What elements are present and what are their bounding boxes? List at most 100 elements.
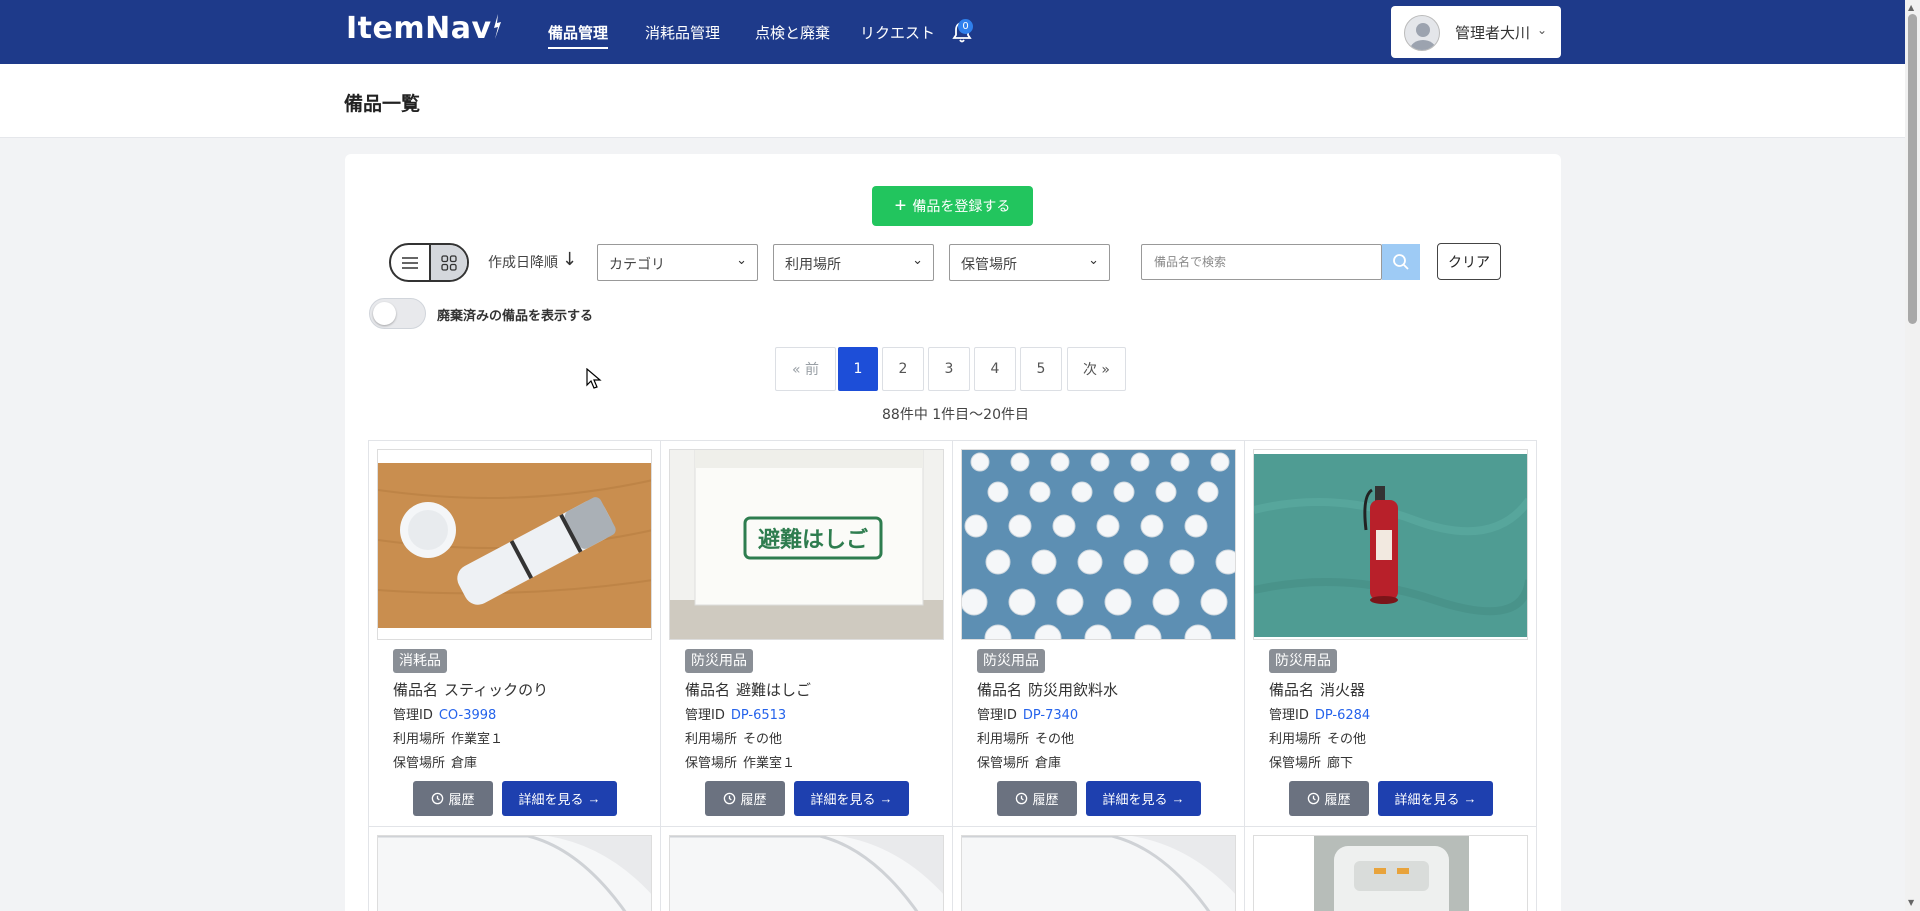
category-select-value: カテゴリ: [609, 257, 665, 273]
category-badge: 防災用品: [685, 649, 753, 673]
category-select[interactable]: カテゴリ ⌄: [597, 244, 758, 281]
arrow-right-icon: →: [1171, 791, 1185, 806]
escape-ladder-photo: 避難はしご: [670, 450, 943, 639]
item-id-label: 管理ID: [1269, 708, 1309, 723]
plus-icon: +: [894, 195, 907, 217]
item-name-label: 備品名: [977, 681, 1023, 699]
item-card: 防災用品 備品名 消火器 管理ID DP-6284 利用場所 その他 保管場所 廊下 履…: [1244, 440, 1537, 827]
view-mode-toggle[interactable]: [389, 243, 469, 282]
pagination-page-3[interactable]: 3: [928, 347, 970, 391]
pagination-next[interactable]: 次 »: [1067, 347, 1126, 391]
storage-location-value: 廊下: [1327, 756, 1354, 771]
page-scrollbar[interactable]: ▲ ▼: [1905, 0, 1920, 911]
storage-location-select[interactable]: 保管場所 ⌄: [949, 244, 1110, 281]
sort-label[interactable]: 作成日降順: [488, 252, 558, 272]
item-id-link[interactable]: CO-3998: [439, 708, 496, 723]
clock-icon: [724, 792, 736, 805]
view-details-button[interactable]: 詳細を見る →: [1086, 781, 1201, 816]
storage-location-select-value: 保管場所: [961, 257, 1017, 273]
item-use-location-row: 利用場所 作業室１: [393, 728, 503, 747]
show-disposed-toggle[interactable]: [369, 298, 426, 329]
arrow-right-icon: →: [879, 791, 893, 806]
history-button[interactable]: 履歴: [997, 781, 1077, 816]
toggle-knob: [373, 302, 396, 325]
use-location-label: 利用場所: [685, 732, 738, 747]
pagination-page-1[interactable]: 1: [838, 347, 878, 391]
item-image-drinking-water: [961, 449, 1236, 640]
item-id-row: 管理ID DP-7340: [977, 704, 1078, 723]
scroll-down-icon[interactable]: ▼: [1908, 898, 1914, 907]
chevron-down-icon: ⌄: [1537, 23, 1548, 37]
item-image-air-conditioner: [961, 835, 1236, 911]
title-band: 備品一覧: [0, 64, 1905, 138]
history-button[interactable]: 履歴: [413, 781, 493, 816]
chevron-down-icon: ⌄: [912, 253, 923, 268]
use-location-value: その他: [1035, 732, 1075, 747]
item-name-row: 備品名 避難はしご: [685, 679, 811, 700]
view-details-button[interactable]: 詳細を見る →: [1378, 781, 1493, 816]
sort-down-arrow-icon[interactable]: ↓: [562, 249, 577, 270]
use-location-value: 作業室１: [451, 732, 504, 747]
item-storage-location-row: 保管場所 倉庫: [977, 752, 1061, 771]
history-button[interactable]: 履歴: [1289, 781, 1369, 816]
show-disposed-label: 廃棄済みの備品を表示する: [437, 309, 594, 324]
view-details-button[interactable]: 詳細を見る →: [794, 781, 909, 816]
item-card: 防災用品 備品名 防災用飲料水 管理ID DP-7340 利用場所 その他 保管場所倉…: [952, 440, 1245, 827]
clock-icon: [1308, 792, 1320, 805]
item-id-link[interactable]: DP-7340: [1023, 708, 1078, 723]
clock-icon: [432, 792, 444, 805]
scroll-up-icon[interactable]: ▲: [1908, 3, 1914, 12]
use-location-select[interactable]: 利用場所 ⌄: [773, 244, 934, 281]
search-input[interactable]: [1141, 244, 1382, 280]
pagination-page-4[interactable]: 4: [974, 347, 1016, 391]
view-details-button[interactable]: 詳細を見る →: [502, 781, 617, 816]
logo-bolt-icon: [493, 14, 501, 39]
pagination-page-2[interactable]: 2: [882, 347, 924, 391]
view-details-label: 詳細を見る: [1102, 792, 1168, 807]
category-badge: 防災用品: [1269, 649, 1337, 673]
item-id-link[interactable]: DP-6284: [1315, 708, 1370, 723]
result-count: 88件中 1件目～20件目: [882, 407, 1029, 423]
grid-view-button[interactable]: [429, 245, 467, 280]
view-details-label: 詳細を見る: [810, 792, 876, 807]
scroll-thumb[interactable]: [1908, 14, 1917, 324]
use-location-label: 利用場所: [977, 732, 1030, 747]
item-id-row: 管理ID CO-3998: [393, 704, 496, 723]
history-button[interactable]: 履歴: [705, 781, 785, 816]
item-image-air-conditioner: [377, 835, 652, 911]
item-image-air-conditioner: [669, 835, 944, 911]
air-conditioner-photo: [962, 836, 1235, 911]
list-view-button[interactable]: [391, 245, 429, 280]
item-name-label: 備品名: [1269, 681, 1315, 699]
item-id-link[interactable]: DP-6513: [731, 708, 786, 723]
item-card: [952, 826, 1245, 911]
user-menu[interactable]: 管理者大川 ⌄: [1391, 6, 1561, 58]
item-card: 避難はしご 防災用品 備品名 避難はしご 管理ID DP-6513 利用場所 その他 …: [660, 440, 953, 827]
item-id-row: 管理ID DP-6513: [685, 704, 786, 723]
item-image-escape-ladder: 避難はしご: [669, 449, 944, 640]
clock-icon: [1016, 792, 1028, 805]
mouse-cursor-icon: [586, 368, 602, 389]
nav-consumables[interactable]: 消耗品管理: [645, 22, 720, 43]
pagination-page-5[interactable]: 5: [1020, 347, 1062, 391]
page-title: 備品一覧: [344, 93, 421, 115]
item-name-row: 備品名 消火器: [1269, 679, 1365, 700]
nav-inspection-disposal[interactable]: 点検と廃棄: [755, 22, 830, 43]
app-logo[interactable]: ItemNav: [346, 10, 502, 46]
water-bottles-photo: [962, 450, 1235, 639]
nav-equipment[interactable]: 備品管理: [548, 22, 609, 49]
item-use-location-row: 利用場所 その他: [977, 728, 1074, 747]
use-location-value: その他: [743, 732, 783, 747]
list-icon: [402, 256, 418, 269]
grid-icon: [441, 254, 457, 271]
storage-location-value: 作業室１: [743, 756, 796, 771]
view-details-label: 詳細を見る: [1394, 792, 1460, 807]
item-id-label: 管理ID: [393, 708, 433, 723]
add-equipment-label: 備品を登録する: [912, 198, 1011, 214]
item-id-label: 管理ID: [977, 708, 1017, 723]
nav-requests[interactable]: リクエスト: [860, 22, 935, 43]
add-equipment-button[interactable]: + 備品を登録する: [872, 186, 1033, 226]
clear-button[interactable]: クリア: [1437, 243, 1501, 280]
search-button[interactable]: [1382, 244, 1420, 280]
item-card: 消耗品 備品名 スティックのり 管理ID CO-3998 利用場所 作業室１ 保管場所…: [368, 440, 661, 827]
